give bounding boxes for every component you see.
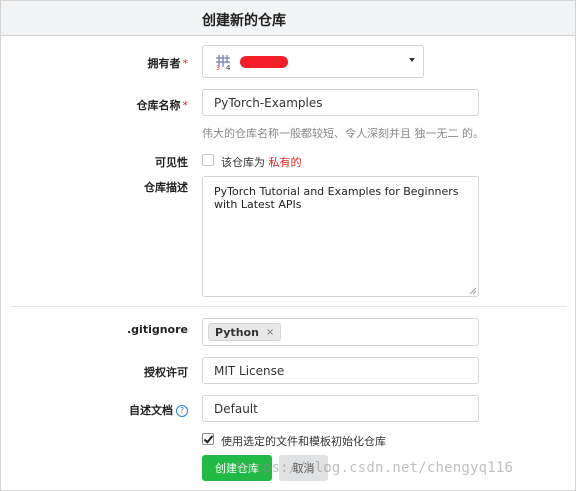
auto-init-label[interactable]: 使用选定的文件和模板初始化仓库 [221, 433, 386, 449]
auto-init-checkbox[interactable] [202, 433, 214, 445]
private-checkbox[interactable] [202, 154, 214, 166]
chevron-down-icon [409, 58, 415, 62]
private-text: 私有的 [268, 156, 302, 169]
help-icon[interactable]: ? [176, 405, 188, 417]
svg-text:3: 3 [216, 65, 220, 71]
page-title: 创建新的仓库 [202, 13, 286, 29]
create-repo-form: 创建新的仓库 拥有者 * 4 3 仓库名称 * PyTorch-Examples 伟… [0, 0, 576, 491]
redacted-owner-name [240, 55, 288, 68]
gitignore-tag-label: Python [215, 325, 259, 339]
gitignore-label: .gitignore [127, 323, 188, 336]
repo-name-value: PyTorch-Examples [214, 95, 323, 110]
form-header: 创建新的仓库 [1, 1, 575, 36]
gitignore-tag: Python × [208, 323, 282, 341]
required-mark: * [182, 99, 189, 112]
license-select[interactable]: MIT License [202, 357, 479, 384]
private-checkbox-label[interactable]: 该仓库为 私有的 [221, 154, 302, 170]
license-label: 授权许可 [144, 366, 188, 379]
watermark: https://blog.csdn.net/chengyq116 [237, 460, 514, 476]
repo-name-label: 仓库名称 * [137, 97, 189, 113]
resize-handle-icon[interactable] [469, 287, 477, 295]
description-label: 仓库描述 [144, 181, 188, 194]
svg-text:4: 4 [226, 64, 231, 71]
private-checkbox-text: 该仓库为 [221, 156, 265, 169]
readme-label: 自述文档? [129, 402, 188, 418]
repo-name-label-text: 仓库名称 [136, 99, 181, 112]
owner-label-text: 拥有者 [147, 57, 181, 70]
repo-name-input[interactable]: PyTorch-Examples [202, 89, 479, 116]
license-value: MIT License [214, 363, 285, 378]
section-divider [11, 306, 567, 307]
owner-label: 拥有者 * [148, 55, 189, 71]
readme-value: Default [214, 401, 258, 416]
readme-label-text: 自述文档 [129, 404, 173, 417]
gitignore-select[interactable]: Python × [202, 318, 479, 346]
owner-select[interactable]: 4 3 [202, 45, 424, 78]
readme-select[interactable]: Default [202, 395, 479, 422]
grid-avatar-icon: 4 3 [214, 53, 232, 71]
visibility-label: 可见性 [155, 156, 188, 169]
required-mark: * [182, 57, 189, 70]
remove-tag-icon[interactable]: × [266, 327, 274, 338]
description-textarea[interactable] [202, 176, 479, 297]
repo-name-help: 伟大的仓库名称一般都较短、令人深刻并且 独一无二 的。 [202, 127, 484, 140]
